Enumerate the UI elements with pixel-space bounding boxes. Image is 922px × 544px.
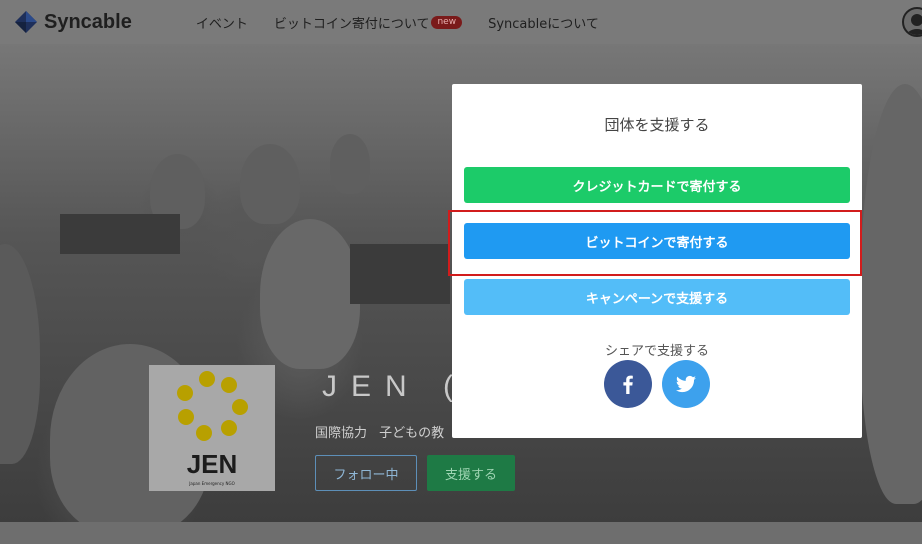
photo-desk [60,214,180,254]
nav-item-events[interactable]: イベント [196,13,248,32]
photo-figure [260,219,360,369]
brand-name: Syncable [44,10,132,33]
photo-figure [0,244,40,464]
org-tag[interactable]: 子どもの教 [379,426,444,441]
org-title: JEN ( [322,370,467,403]
nav-item-label: イベント [195,16,248,32]
credit-card-donate-button[interactable]: クレジットカードで寄付する [464,167,850,203]
bitcoin-donate-button[interactable]: ビットコインで寄付する [464,223,850,259]
nav-item-about[interactable]: Syncableについて [488,13,599,32]
nav-item-label: ビットコイン寄付について [273,16,430,32]
nav-item-label: Syncableについて [488,16,599,32]
page-bottom-strip [0,522,922,544]
photo-desk [350,244,450,304]
photo-figure [860,84,922,504]
nav-item-bitcoin-donation[interactable]: ビットコイン寄付について new [273,13,463,32]
org-logo-name: JEN [186,449,238,479]
support-modal: 団体を支援する クレジットカードで寄付する ビットコインで寄付する キャンペーン… [452,84,862,438]
brand-logo[interactable]: Syncable [14,10,132,34]
facebook-share-button[interactable] [604,360,652,408]
facebook-icon [623,375,633,394]
twitter-icon [676,375,696,393]
new-badge: new [431,15,463,29]
photo-figure [240,144,300,224]
follow-button[interactable]: フォロー中 [315,455,417,491]
twitter-share-button[interactable] [662,360,710,408]
org-logo-subtext: Japan Emergency NGO [189,481,235,486]
org-tag[interactable]: 国際協力 [315,426,367,441]
user-avatar[interactable] [902,7,922,37]
share-label: シェアで支援する [604,344,709,359]
org-tags: 国際協力 子どもの教 [315,422,452,441]
user-icon [906,14,922,35]
org-logo: JEN Japan Emergency NGO [149,365,275,491]
photo-figure [330,134,370,194]
syncable-logo-icon [14,10,38,34]
main-nav: イベント ビットコイン寄付について new Syncableについて [196,13,625,32]
top-nav-bar: Syncable イベント ビットコイン寄付について new Syncableに… [0,0,922,44]
modal-title: 団体を支援する [604,116,710,134]
campaign-support-button[interactable]: キャンペーンで支援する [464,279,850,315]
support-button[interactable]: 支援する [427,455,515,491]
